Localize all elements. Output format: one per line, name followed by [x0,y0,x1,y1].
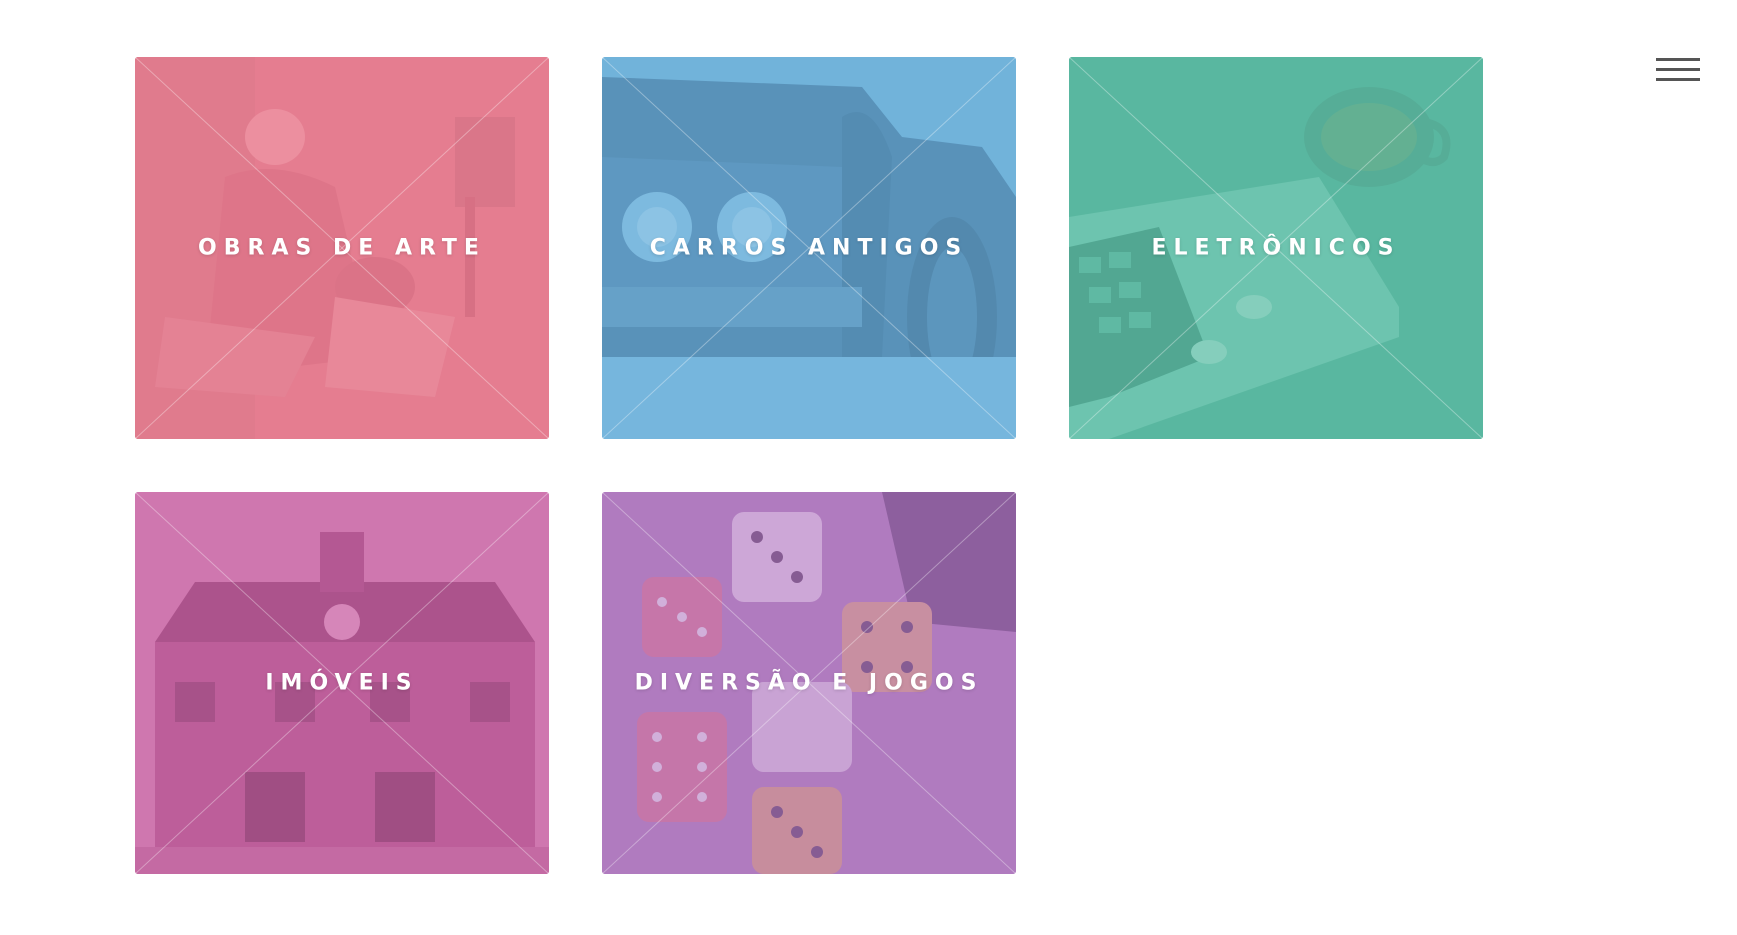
tile-label: CARROS ANTIGOS [649,235,969,261]
menu-bar-top [1656,58,1700,61]
tile-label: OBRAS DE ARTE [198,235,486,261]
tile-label: IMÓVEIS [265,670,419,696]
menu-bar-bottom [1656,78,1700,81]
category-tile-imoveis[interactable]: IMÓVEIS [135,492,549,874]
tile-label: ELETRÔNICOS [1151,235,1401,261]
category-tile-carros-antigos[interactable]: CARROS ANTIGOS [602,57,1016,439]
tile-label: DIVERSÃO E JOGOS [634,670,984,696]
menu-bar-middle [1656,68,1700,71]
category-tile-eletronicos[interactable]: ELETRÔNICOS [1069,57,1483,439]
category-tile-diversao-e-jogos[interactable]: DIVERSÃO E JOGOS [602,492,1016,874]
page: OBRAS DE ARTE CARROS ANTIGOS ELETRÔNICOS… [0,0,1737,935]
category-tile-obras-de-arte[interactable]: OBRAS DE ARTE [135,57,549,439]
hamburger-menu-icon[interactable] [1656,55,1700,85]
